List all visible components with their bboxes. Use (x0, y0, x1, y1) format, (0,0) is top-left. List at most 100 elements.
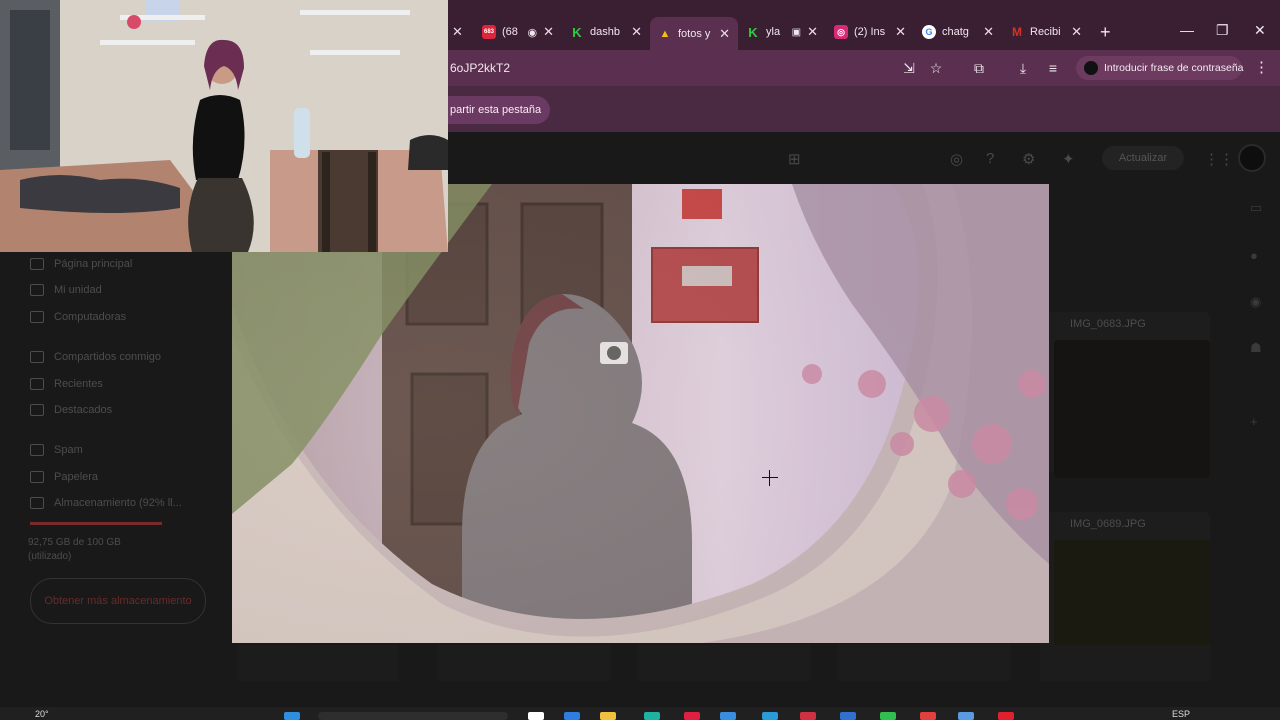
close-tab-icon[interactable]: ✕ (631, 24, 642, 40)
close-tab-icon[interactable]: ✕ (807, 24, 818, 40)
file-thumbnail[interactable] (238, 645, 398, 681)
tab[interactable]: M Recibi ✕ (1002, 17, 1090, 47)
clock-icon (30, 378, 44, 390)
sidebar-item-recent[interactable]: Recientes (30, 378, 103, 390)
share-tab-button[interactable]: partir esta pestaña (440, 96, 550, 124)
app-icon[interactable] (880, 712, 896, 720)
tasks-icon[interactable]: ◉ (1250, 294, 1261, 310)
weather-widget[interactable]: 20° (35, 709, 49, 719)
media-icon: ▣ (791, 26, 802, 38)
tab-active[interactable]: ▲ fotos y ✕ (650, 17, 738, 51)
sidebar-item-starred[interactable]: Destacados (30, 404, 112, 416)
storage-usage-bar (30, 522, 162, 525)
keep-icon[interactable]: ● (1250, 248, 1258, 263)
sidebar-item-spam[interactable]: Spam (30, 444, 83, 456)
app-icon[interactable] (762, 712, 778, 720)
file-thumbnail[interactable] (438, 645, 610, 681)
apps-grid-icon[interactable]: ⋮⋮ (1204, 150, 1234, 168)
app-icon[interactable] (720, 712, 736, 720)
update-button[interactable]: Actualizar (1102, 146, 1184, 170)
photo-preview (232, 184, 1049, 643)
close-window-icon[interactable]: ✕ (1254, 22, 1266, 39)
close-tab-icon[interactable]: ✕ (719, 26, 730, 42)
edge-icon[interactable] (564, 712, 580, 720)
app-icon[interactable] (920, 712, 936, 720)
sidebar-item-storage[interactable]: Almacenamiento (92% ll... (30, 497, 182, 509)
tab[interactable]: ◎ (2) Ins ✕ (826, 17, 914, 47)
add-icon[interactable]: + (1250, 414, 1258, 429)
help-icon[interactable]: ? (986, 150, 994, 167)
language-indicator[interactable]: ESP (1172, 709, 1190, 719)
recording-icon: ◉ (527, 26, 538, 39)
close-tab-icon[interactable]: ✕ (543, 24, 554, 40)
maximize-icon[interactable]: ❐ (1216, 22, 1229, 39)
status-icon[interactable]: ◎ (950, 150, 963, 168)
sidebar-item-home[interactable]: Página principal (30, 258, 132, 270)
search-box[interactable] (318, 712, 508, 720)
extensions-icon[interactable]: ⧉ (970, 59, 988, 77)
taskview-icon[interactable] (528, 712, 544, 720)
app-icon[interactable] (684, 712, 700, 720)
contacts-icon[interactable]: ☗ (1250, 340, 1262, 356)
media-control-icon[interactable]: ≡ (1044, 59, 1062, 77)
crosshair-cursor (762, 470, 778, 486)
tab[interactable]: K dashb ✕ (562, 17, 650, 47)
get-more-storage-button[interactable]: Obtener más almacenamiento (30, 578, 206, 624)
drive-icon (30, 284, 44, 296)
settings-icon[interactable]: ⚙ (1022, 150, 1035, 168)
profile-icon (1084, 61, 1098, 75)
close-tab-icon[interactable]: ✕ (895, 24, 906, 40)
app-icon[interactable] (998, 712, 1014, 720)
menu-kebab-icon[interactable]: ⋮ (1254, 58, 1269, 76)
app-icon[interactable] (644, 712, 660, 720)
home-icon (30, 258, 44, 270)
minimize-icon[interactable]: — (1180, 22, 1194, 38)
calendar-icon[interactable]: ▭ (1250, 200, 1262, 216)
spam-icon (30, 444, 44, 456)
file-thumbnail (1054, 340, 1210, 478)
url-text[interactable]: 6oJP2kkT2 (450, 61, 510, 75)
app-icon[interactable] (840, 712, 856, 720)
file-thumbnail[interactable] (638, 645, 810, 681)
download-icon[interactable]: ⤓ (1014, 59, 1032, 77)
people-icon (30, 351, 44, 363)
tab[interactable]: K yla ▣ ✕ (738, 17, 826, 47)
tab-favicon-icon: K (748, 24, 758, 40)
close-tab-icon[interactable]: ✕ (452, 24, 463, 40)
bookmark-star-icon[interactable]: ☆ (927, 59, 945, 77)
account-avatar[interactable] (1238, 144, 1266, 172)
sidebar-item-my-drive[interactable]: Mi unidad (30, 284, 102, 296)
taskbar (0, 707, 1280, 720)
storage-text: 92,75 GB de 100 GB (utilizado) (28, 537, 121, 562)
tab[interactable]: G chatg ✕ (914, 17, 1002, 47)
file-thumbnail[interactable] (1040, 645, 1210, 681)
close-tab-icon[interactable]: ✕ (1071, 24, 1082, 40)
close-tab-icon[interactable]: ✕ (983, 24, 994, 40)
sidebar-item-trash[interactable]: Papelera (30, 471, 98, 483)
file-name: IMG_0689.JPG (1070, 518, 1146, 530)
instagram-icon: ◎ (834, 25, 848, 39)
tab-favicon-icon: 683 (482, 25, 496, 39)
trash-icon (30, 471, 44, 483)
search-options-icon[interactable]: ⊞ (788, 150, 801, 168)
tab-strip: 683 (68 ◉ ✕ K dashb ✕ ▲ fotos y ✕ K yla … (474, 14, 1280, 51)
tab-favicon-icon: K (572, 24, 582, 40)
file-card[interactable]: IMG_0683.JPG (1040, 312, 1210, 478)
start-icon[interactable] (284, 712, 300, 720)
file-thumbnail[interactable] (838, 645, 1010, 681)
file-name: IMG_0683.JPG (1070, 318, 1146, 330)
tab[interactable]: 683 (68 ◉ ✕ (474, 17, 562, 47)
share-bar (448, 86, 1280, 132)
install-app-icon[interactable]: ⇲ (900, 59, 918, 77)
sidebar-item-shared[interactable]: Compartidos conmigo (30, 351, 161, 363)
star-icon (30, 404, 44, 416)
app-icon[interactable] (958, 712, 974, 720)
password-prompt-button[interactable]: Introducir frase de contraseña (1076, 56, 1244, 80)
app-icon[interactable] (800, 712, 816, 720)
explorer-icon[interactable] (600, 712, 616, 720)
gemini-icon[interactable]: ✦ (1062, 150, 1075, 168)
drive-favicon-icon: ▲ (659, 28, 671, 40)
sidebar-item-computers[interactable]: Computadoras (30, 311, 126, 323)
cloud-icon (30, 497, 44, 509)
new-tab-button[interactable]: + (1090, 22, 1121, 43)
